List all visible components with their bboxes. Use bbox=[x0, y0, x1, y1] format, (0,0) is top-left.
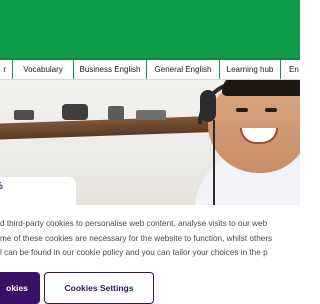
hero-image: % bbox=[0, 80, 300, 205]
headset-cable bbox=[213, 120, 215, 205]
site-header-bar bbox=[0, 0, 300, 58]
headset-icon bbox=[200, 90, 216, 122]
hero-card-text: % bbox=[0, 181, 3, 192]
accept-cookies-button[interactable]: okies bbox=[0, 272, 40, 304]
person-eye bbox=[265, 108, 277, 112]
nav-tab-partial-left[interactable]: r bbox=[0, 60, 8, 79]
hero-promo-card: % bbox=[0, 177, 76, 205]
nav-tab-business-english[interactable]: Business English bbox=[73, 60, 146, 79]
shelf-object bbox=[108, 106, 124, 120]
shelf-object bbox=[136, 110, 166, 120]
cookie-description: d third-party cookies to personalise web… bbox=[0, 217, 300, 261]
cookies-settings-button[interactable]: Cookies Settings bbox=[44, 272, 154, 304]
shelf-object bbox=[14, 110, 34, 120]
shelf-object bbox=[62, 104, 88, 120]
nav-tab-general-english[interactable]: General English bbox=[146, 60, 219, 79]
nav-tab-vocabulary[interactable]: Vocabulary bbox=[12, 60, 73, 79]
nav-tab-learning-hub[interactable]: Learning hub bbox=[219, 60, 280, 79]
cookie-text-line: me of these cookies are necessary for th… bbox=[0, 233, 273, 243]
cookie-text-line: l can be found in our cookie policy and … bbox=[0, 248, 268, 257]
nav-tab-partial-right[interactable]: En bbox=[280, 60, 319, 79]
person-hair bbox=[222, 80, 300, 96]
main-navigation: r Vocabulary Business English General En… bbox=[0, 60, 300, 80]
person-eye bbox=[236, 108, 248, 112]
cookie-text-line: d third-party cookies to personalise web… bbox=[0, 219, 268, 228]
